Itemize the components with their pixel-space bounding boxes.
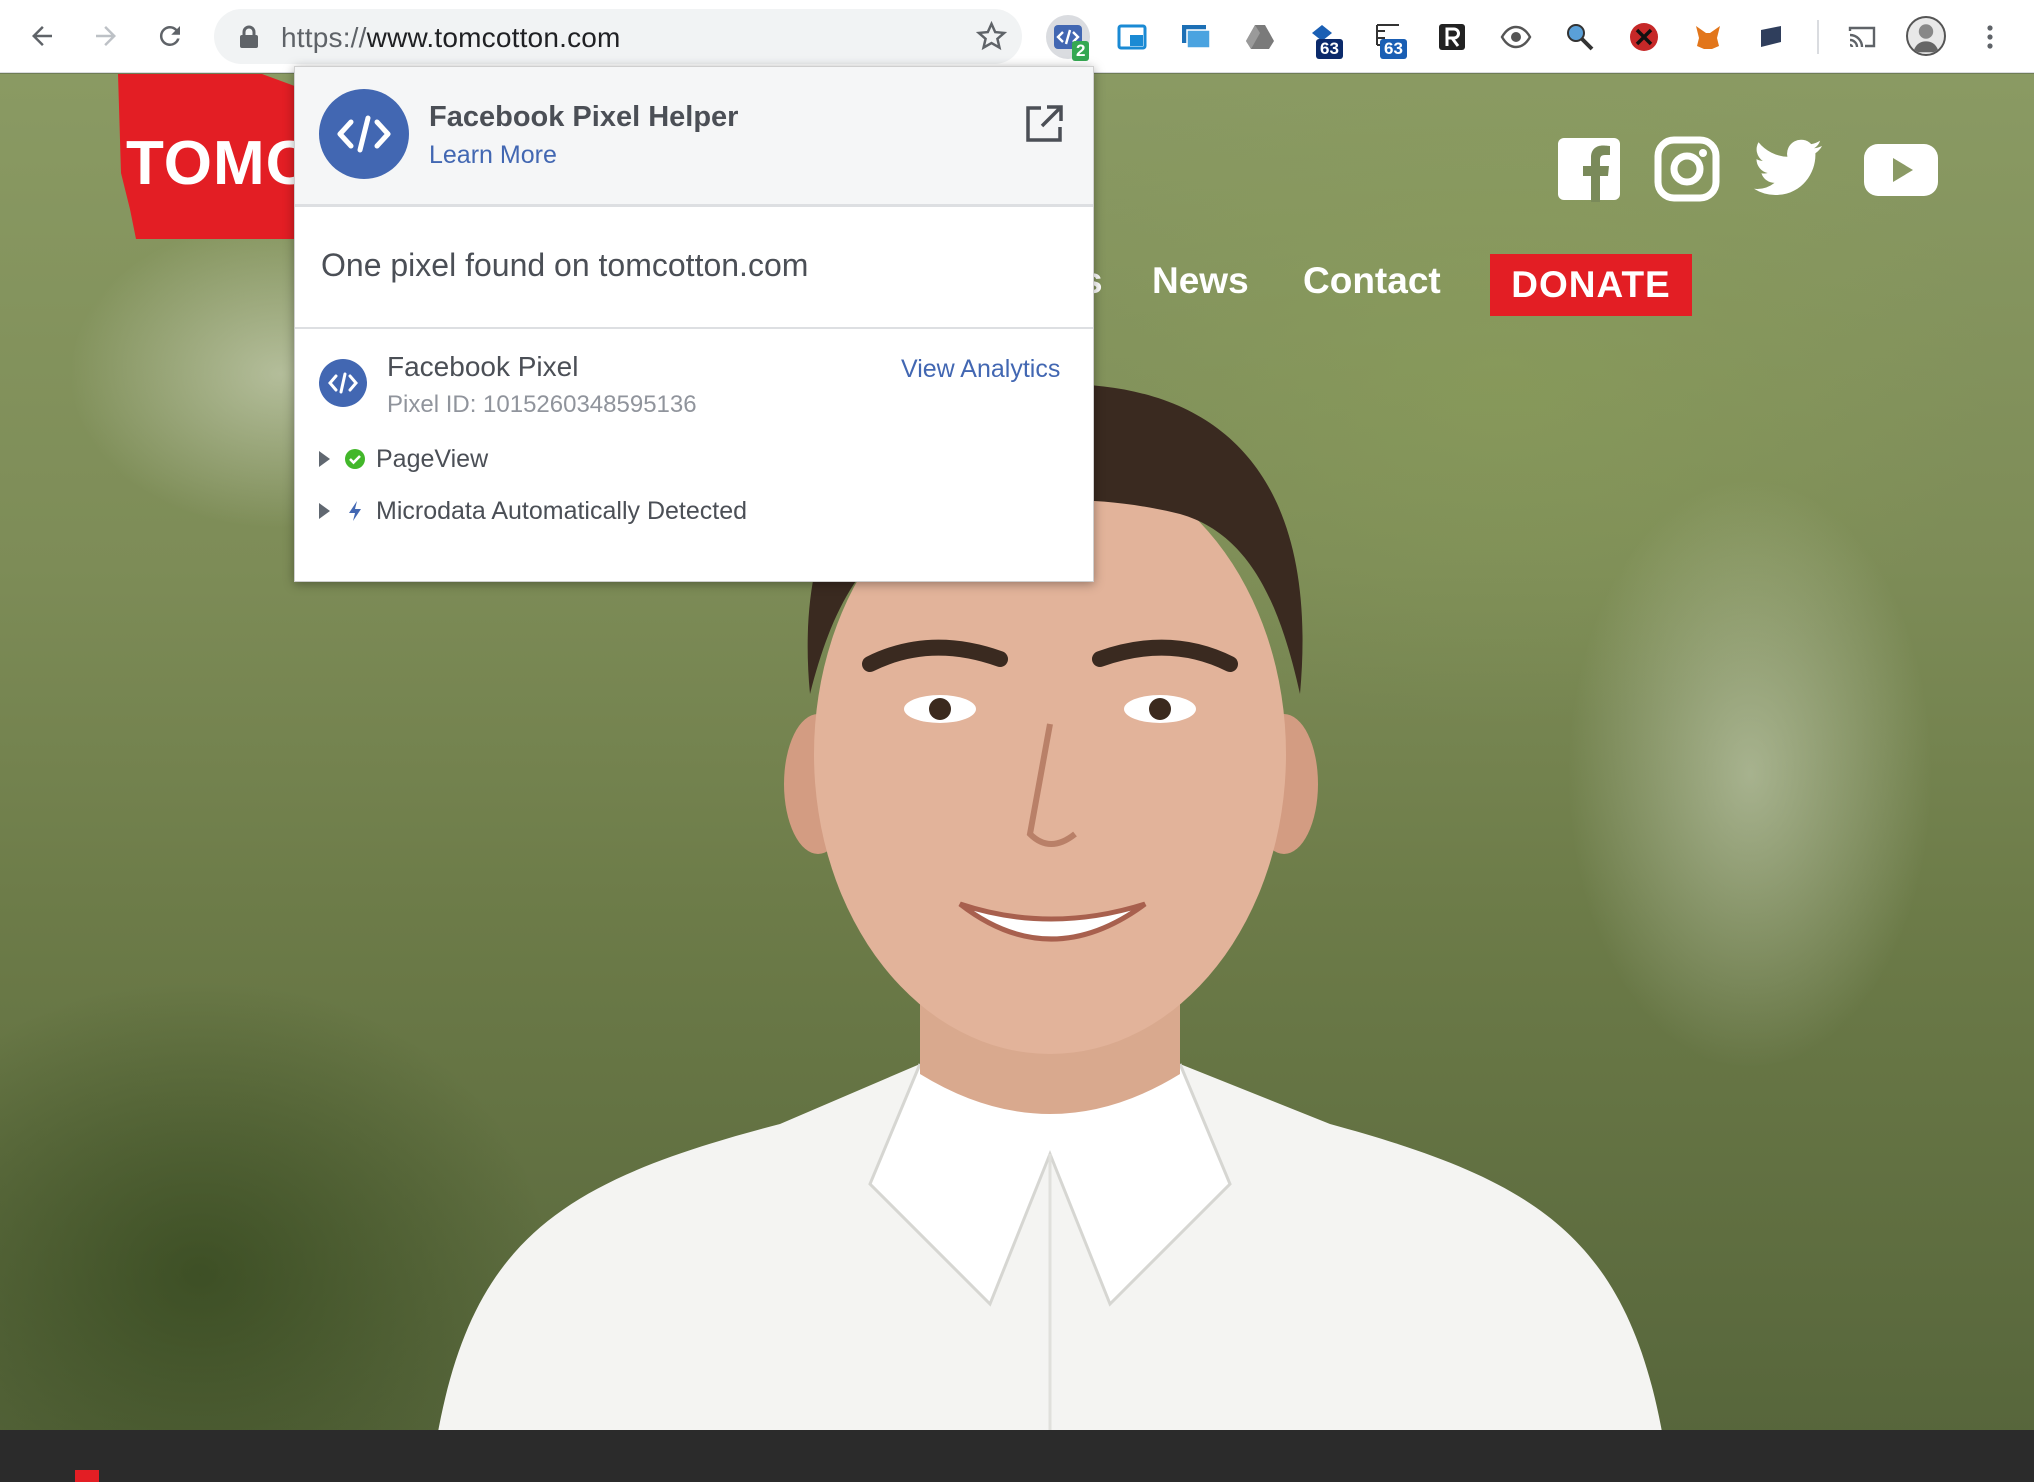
pixel-count-badge: 2: [1072, 41, 1090, 61]
twitter-link[interactable]: [1752, 136, 1824, 202]
instagram-link[interactable]: [1654, 136, 1720, 202]
forward-button[interactable]: [84, 14, 128, 58]
lightning-icon: [349, 501, 361, 521]
event-row-pageview[interactable]: PageView: [319, 443, 488, 475]
drive-triangle-icon: [1246, 25, 1274, 49]
pixel-helper-logo: [319, 89, 409, 179]
event-row-microdata[interactable]: Microdata Automatically Detected: [319, 495, 747, 527]
twitter-bird-icon: [1754, 139, 1822, 196]
fox-icon: [1696, 26, 1720, 49]
kebab-menu-icon: [1987, 25, 1993, 49]
extension-eye[interactable]: [1494, 15, 1538, 59]
pixel-helper-popup: Facebook Pixel Helper Learn More One pix…: [294, 66, 1094, 582]
expand-triangle-icon[interactable]: [319, 503, 330, 519]
extension-tag[interactable]: 63: [1302, 15, 1346, 59]
extension-tree[interactable]: 63: [1366, 15, 1410, 59]
facebook-icon: [1558, 138, 1620, 202]
person-face-icon: [1913, 24, 1939, 53]
browser-menu-button[interactable]: [1968, 15, 2012, 59]
book-icon: [1761, 26, 1781, 47]
code-icon: [337, 115, 391, 153]
reload-icon: [159, 25, 180, 46]
check-circle-icon: [345, 449, 365, 469]
extension-drive[interactable]: [1238, 15, 1282, 59]
toolbar-separator: [1817, 20, 1819, 54]
popup-divider: [295, 327, 1093, 329]
lock-icon: [240, 25, 258, 48]
url-host: www.tomcotton.com: [366, 22, 621, 53]
extension-readability[interactable]: [1430, 15, 1474, 59]
r-letter-icon: [1439, 24, 1465, 50]
address-bar[interactable]: https://www.tomcotton.com: [214, 9, 1022, 64]
url-text: https://www.tomcotton.com: [281, 22, 621, 54]
blocked-icon: [1630, 23, 1658, 51]
pixel-name: Facebook Pixel: [387, 351, 579, 382]
profile-avatar[interactable]: [1906, 16, 1946, 56]
extension-window[interactable]: [1110, 15, 1154, 59]
pixel-id: Pixel ID: 1015260348595136: [387, 391, 697, 418]
tag-count-badge: 63: [1316, 39, 1343, 59]
logo-text: TOMC: [126, 129, 312, 198]
popup-title: Facebook Pixel Helper: [429, 101, 739, 133]
bookmark-star-icon[interactable]: [975, 20, 1008, 53]
pixel-summary: One pixel found on tomcotton.com: [321, 247, 809, 283]
extension-blocker[interactable]: [1622, 15, 1666, 59]
code-icon: [328, 372, 358, 394]
forward-arrow-icon: [96, 26, 116, 46]
tree-count-badge: 63: [1380, 39, 1407, 59]
donate-button[interactable]: DONATE: [1490, 254, 1692, 316]
extension-metamask[interactable]: [1686, 15, 1730, 59]
reload-button[interactable]: [148, 14, 192, 58]
event-label: Microdata Automatically Detected: [376, 496, 748, 525]
external-link-icon[interactable]: [1023, 103, 1065, 145]
event-label: PageView: [376, 444, 489, 473]
cast-icon: [1848, 26, 1876, 48]
nav-news[interactable]: News: [1152, 260, 1249, 302]
magnifier-icon: [1567, 24, 1594, 51]
youtube-link[interactable]: [1862, 136, 1940, 202]
extension-screenshot[interactable]: [1174, 15, 1218, 59]
screenshot-icon: [1182, 25, 1211, 49]
instagram-icon: [1654, 136, 1720, 202]
extension-inspector[interactable]: [1558, 15, 1602, 59]
back-arrow-icon: [32, 26, 52, 46]
view-analytics-link[interactable]: View Analytics: [901, 355, 1060, 384]
window-icon: [1117, 24, 1147, 50]
expand-triangle-icon[interactable]: [319, 451, 330, 467]
back-button[interactable]: [20, 14, 64, 58]
pixel-helper-extension[interactable]: 2: [1046, 15, 1090, 61]
pixel-logo-small: [319, 359, 367, 407]
footer-accent: [75, 1470, 99, 1482]
nav-contact[interactable]: Contact: [1303, 260, 1441, 302]
popup-header: Facebook Pixel Helper Learn More: [295, 67, 1093, 207]
eye-icon: [1500, 25, 1532, 49]
url-protocol: https://: [281, 22, 367, 53]
browser-toolbar: https://www.tomcotton.com 2 63 63: [0, 0, 2034, 73]
youtube-icon: [1864, 144, 1938, 196]
cast-button[interactable]: [1840, 15, 1884, 59]
extension-reader[interactable]: [1750, 15, 1794, 59]
footer-band: [0, 1430, 2034, 1482]
learn-more-link[interactable]: Learn More: [429, 141, 557, 170]
facebook-link[interactable]: [1556, 136, 1622, 202]
